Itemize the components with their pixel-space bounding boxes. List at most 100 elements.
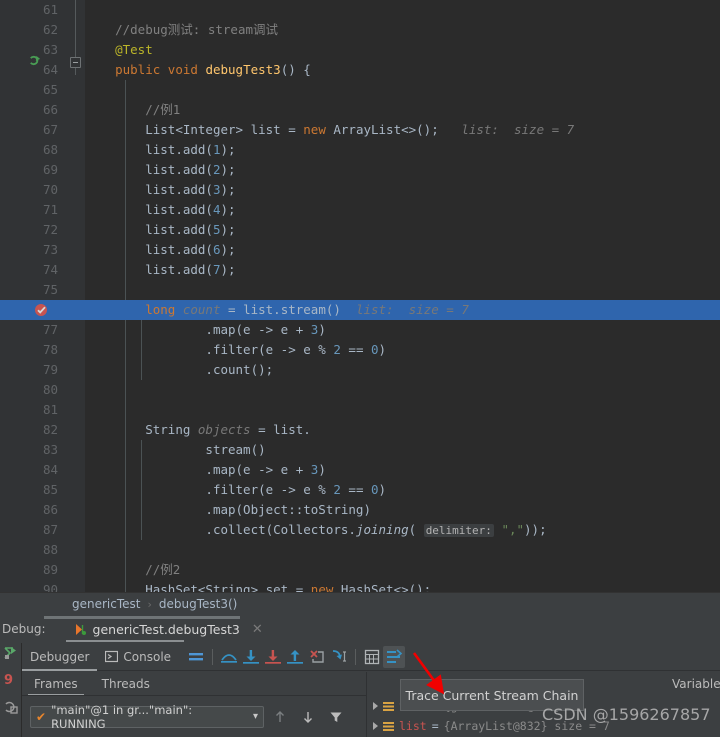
subtab-variables[interactable]: Variables — [660, 672, 720, 696]
type-token: List<Integer> list = — [145, 122, 304, 137]
code-line[interactable]: HashSet<String> set = new HashSet<>(); — [85, 580, 720, 592]
code-line[interactable]: //例2 — [85, 560, 720, 580]
breakpoint-icon[interactable] — [34, 303, 48, 317]
code-line-selected[interactable]: long count = list.stream() list: size = … — [85, 300, 720, 320]
code-line[interactable]: .map(e -> e + 3) — [85, 460, 720, 480]
close-icon[interactable]: ✕ — [252, 622, 263, 637]
expr-token: HashSet<>(); — [333, 582, 432, 592]
code-text-area[interactable]: //debug测试: stream调试 @Test public void de… — [85, 0, 720, 592]
code-editor[interactable]: 61 62 63 64 65 66 67 68 69 70 71 72 73 7… — [0, 0, 720, 597]
code-line[interactable]: @Test — [85, 40, 720, 60]
breakpoints-count-icon[interactable]: 9 — [3, 671, 19, 687]
force-step-into-icon[interactable] — [262, 646, 284, 668]
intellij-idea-window: 61 62 63 64 65 66 67 68 69 70 71 72 73 7… — [0, 0, 720, 737]
code-line[interactable]: list.add(1); — [85, 140, 720, 160]
code-line[interactable]: list.add(5); — [85, 220, 720, 240]
code-line[interactable]: list.add(6); — [85, 240, 720, 260]
code-line[interactable] — [85, 400, 720, 420]
code-line[interactable]: .count(); — [85, 360, 720, 380]
debug-subtabs[interactable]: Frames Threads Variables — [22, 672, 720, 696]
thread-selector-combo[interactable]: ✔ "main"@1 in gr..."main": RUNNING ▾ — [30, 702, 264, 731]
fold-collapse-icon[interactable] — [70, 57, 81, 68]
subtab-frames[interactable]: Frames — [22, 672, 90, 696]
code-line[interactable] — [85, 80, 720, 100]
trace-current-stream-chain-icon[interactable] — [383, 645, 406, 668]
breadcrumb-item-class[interactable]: genericTest — [72, 597, 140, 611]
line-number: 71 — [42, 202, 58, 217]
filter-icon[interactable] — [324, 706, 348, 728]
line-number: 65 — [42, 82, 58, 97]
code-line[interactable] — [85, 380, 720, 400]
object-value-icon — [383, 701, 394, 711]
restore-layout-icon[interactable] — [3, 699, 19, 715]
punct-token: ) — [378, 482, 387, 497]
tab-scrollbar-thumb[interactable] — [44, 616, 240, 619]
line-number: 82 — [42, 422, 58, 437]
expr-token: = list. — [258, 422, 311, 437]
tab-console[interactable]: Console — [97, 643, 179, 671]
code-line[interactable]: //debug测试: stream调试 — [85, 20, 720, 40]
code-line[interactable]: .filter(e -> e % 2 == 0) — [85, 340, 720, 360]
parameter-hint: delimiter: — [423, 524, 494, 537]
frames-panel[interactable]: ✔ "main"@1 in gr..."main": RUNNING ▾ — [22, 696, 366, 737]
tab-debugger-label: Debugger — [30, 649, 90, 664]
toolbar-separator — [355, 648, 357, 665]
annotation-token: @Test — [115, 42, 153, 57]
line-number: 72 — [42, 222, 58, 237]
mute-breakpoints-icon[interactable] — [185, 646, 207, 668]
debug-session-tab[interactable]: genericTest.debugTest3 ✕ — [70, 615, 267, 643]
tab-active-indicator — [22, 668, 98, 671]
expand-triangle-icon[interactable] — [373, 702, 378, 710]
code-line[interactable]: .filter(e -> e % 2 == 0) — [85, 480, 720, 500]
inline-debug-hint: list: size = 7 — [461, 122, 575, 137]
code-line[interactable]: list.add(4); — [85, 200, 720, 220]
drop-frame-icon[interactable] — [306, 646, 328, 668]
expr-token: .count(); — [205, 362, 274, 377]
thread-selector-value: "main"@1 in gr..."main": RUNNING — [51, 702, 193, 731]
expr-token: ArrayList<>(); — [325, 122, 439, 137]
tab-debugger[interactable]: Debugger — [22, 643, 98, 671]
line-number: 86 — [42, 502, 58, 517]
code-line[interactable] — [85, 540, 720, 560]
punct-token: ); — [220, 182, 236, 197]
debugger-toolbar[interactable]: Debugger Console — [22, 643, 720, 671]
code-line[interactable]: String objects = list. — [85, 420, 720, 440]
subtab-threads-label: Threads — [101, 677, 150, 691]
breadcrumb[interactable]: genericTest › debugTest3() — [0, 592, 720, 615]
code-line[interactable]: list.add(7); — [85, 260, 720, 280]
resume-program-icon[interactable] — [3, 645, 19, 661]
code-line[interactable] — [85, 0, 720, 20]
code-line[interactable]: list.add(2); — [85, 160, 720, 180]
step-into-icon[interactable] — [240, 646, 262, 668]
code-line[interactable]: List<Integer> list = new ArrayList<>(); … — [85, 120, 720, 140]
code-line[interactable]: .collect(Collectors.joining( delimiter: … — [85, 520, 720, 540]
line-number: 81 — [42, 402, 58, 417]
line-number: 70 — [42, 182, 58, 197]
line-number: 83 — [42, 442, 58, 457]
editor-fold-gutter[interactable] — [66, 0, 85, 592]
check-icon: ✔ — [36, 709, 47, 724]
code-line[interactable]: public void debugTest3() { — [85, 60, 720, 80]
debug-session-title: genericTest.debugTest3 — [92, 621, 240, 637]
subtab-threads[interactable]: Threads — [90, 672, 162, 696]
code-line[interactable]: .map(e -> e + 3) — [85, 320, 720, 340]
line-number: 75 — [42, 282, 58, 297]
subtab-variables-label: Variables — [672, 677, 720, 691]
evaluate-expression-icon[interactable] — [361, 646, 383, 668]
code-line[interactable]: list.add(3); — [85, 180, 720, 200]
run-to-cursor-icon[interactable] — [328, 646, 350, 668]
up-arrow-icon[interactable] — [268, 706, 292, 728]
punct-token: ); — [220, 242, 236, 257]
code-line[interactable]: .map(Object::toString) — [85, 500, 720, 520]
down-arrow-icon[interactable] — [296, 706, 320, 728]
variable-token: count — [175, 302, 229, 317]
debug-left-rail[interactable]: 9 — [0, 643, 22, 737]
step-out-icon[interactable] — [284, 646, 306, 668]
code-line[interactable]: stream() — [85, 440, 720, 460]
step-over-icon[interactable] — [218, 646, 240, 668]
breadcrumb-item-method[interactable]: debugTest3() — [159, 597, 237, 611]
line-number: 79 — [42, 362, 58, 377]
expand-triangle-icon[interactable] — [373, 722, 378, 730]
code-line[interactable]: //例1 — [85, 100, 720, 120]
code-line[interactable] — [85, 280, 720, 300]
